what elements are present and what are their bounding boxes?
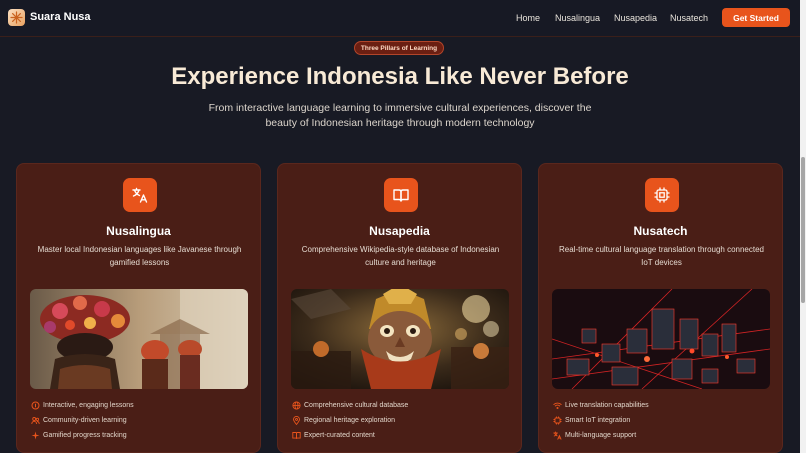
card-nusatech[interactable]: Nusatech Real-time cultural language tra… <box>538 163 783 453</box>
feature-list: Live translation capabilities Smart IoT … <box>552 398 770 443</box>
nav-link-nusalingua[interactable]: Nusalingua <box>555 13 600 23</box>
nav-link-nusapedia[interactable]: Nusapedia <box>614 13 657 23</box>
wifi-icon <box>552 401 562 411</box>
feature-list: Interactive, engaging lessons Community-… <box>30 398 248 443</box>
get-started-button[interactable]: Get Started <box>722 8 790 27</box>
card-title: Nusatech <box>633 224 688 238</box>
feature-list: Comprehensive cultural database Regional… <box>291 398 509 443</box>
map-pin-icon <box>291 416 301 426</box>
card-nusalingua[interactable]: Nusalingua Master local Indonesian langu… <box>16 163 261 453</box>
hero-title: Experience Indonesia Like Never Before <box>171 63 629 90</box>
book-icon <box>291 431 301 441</box>
chip-small-icon <box>552 416 562 426</box>
feature-item: Gamified progress tracking <box>30 428 248 443</box>
feature-label: Live translation capabilities <box>565 402 649 409</box>
brand-name[interactable]: Suara Nusa <box>30 11 91 23</box>
feature-item: Multi-language support <box>552 428 770 443</box>
translate-icon <box>123 178 157 212</box>
section-badge: Three Pillars of Learning <box>354 41 444 55</box>
feature-item: Community-driven learning <box>30 413 248 428</box>
iot-circuit-city-image <box>552 289 770 389</box>
feature-item: Regional heritage exploration <box>291 413 509 428</box>
card-title: Nusalingua <box>106 224 171 238</box>
translate-small-icon <box>552 431 562 441</box>
globe-icon <box>291 401 301 411</box>
feature-item: Smart IoT integration <box>552 413 770 428</box>
card-title: Nusapedia <box>369 224 430 238</box>
feature-item: Live translation capabilities <box>552 398 770 413</box>
card-description: Comprehensive Wikipedia-style database o… <box>301 245 500 267</box>
top-navbar: Suara Nusa Home Nusalingua Nusapedia Nus… <box>0 0 800 37</box>
feature-item: Interactive, engaging lessons <box>30 398 248 413</box>
feature-label: Gamified progress tracking <box>43 432 127 439</box>
nav-link-home[interactable]: Home <box>516 13 540 23</box>
coin-icon <box>30 401 40 411</box>
feature-label: Multi-language support <box>565 432 637 439</box>
dancers-floral-headdress-image <box>30 289 248 389</box>
hero-subtitle: From interactive language learning to im… <box>208 102 592 129</box>
page-scrollbar-thumb[interactable] <box>801 157 805 303</box>
feature-label: Comprehensive cultural database <box>304 402 409 409</box>
feature-label: Interactive, engaging lessons <box>43 402 134 409</box>
card-nusapedia[interactable]: Nusapedia Comprehensive Wikipedia-style … <box>277 163 522 453</box>
logo-icon[interactable] <box>8 9 25 26</box>
card-description: Real-time cultural language translation … <box>558 245 764 267</box>
feature-label: Regional heritage exploration <box>304 417 396 424</box>
users-icon <box>30 416 40 426</box>
feature-label: Expert-curated content <box>304 432 375 439</box>
feature-item: Expert-curated content <box>291 428 509 443</box>
feature-label: Community-driven learning <box>43 417 127 424</box>
nav-link-nusatech[interactable]: Nusatech <box>670 13 708 23</box>
chip-icon <box>645 178 679 212</box>
card-description: Master local Indonesian languages like J… <box>37 245 242 267</box>
sparkle-icon <box>30 431 40 441</box>
feature-label: Smart IoT integration <box>565 417 631 424</box>
barong-mask-image <box>291 289 509 389</box>
feature-item: Comprehensive cultural database <box>291 398 509 413</box>
book-open-icon <box>384 178 418 212</box>
